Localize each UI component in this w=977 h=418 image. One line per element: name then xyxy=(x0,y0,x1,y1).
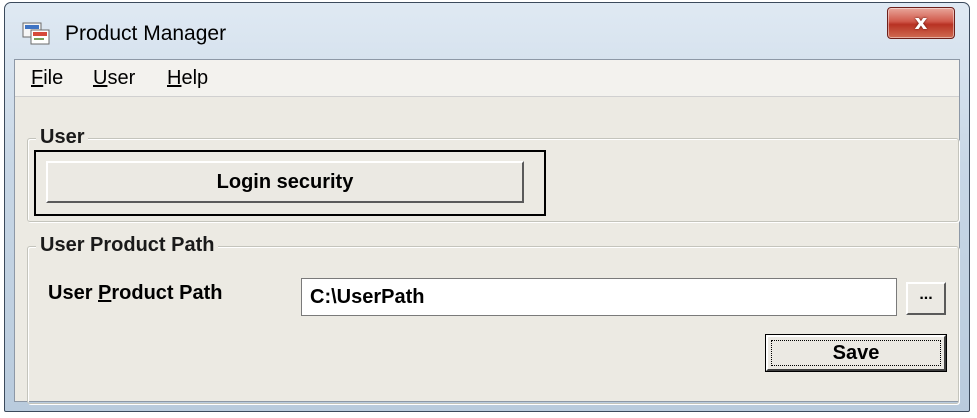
menu-help[interactable]: Help xyxy=(167,67,208,90)
app-window: Product Manager x File User Help User Lo… xyxy=(4,2,970,412)
app-icon xyxy=(22,20,50,46)
product-path-groupbox: User Product Path xyxy=(27,234,959,404)
client-area: File User Help User Login security User … xyxy=(14,59,960,404)
product-path-input[interactable] xyxy=(301,278,897,316)
login-security-button[interactable]: Login security xyxy=(46,161,524,203)
window-title: Product Manager xyxy=(65,22,227,45)
product-path-field-label: User Product Path xyxy=(48,282,223,304)
close-icon: x xyxy=(914,10,928,34)
user-group-label: User xyxy=(36,126,89,149)
save-button[interactable]: Save xyxy=(765,334,947,372)
close-button[interactable]: x xyxy=(887,7,955,39)
menu-user[interactable]: User xyxy=(93,67,135,90)
title-bar[interactable]: Product Manager x xyxy=(5,3,969,59)
browse-icon: ... xyxy=(919,286,933,303)
login-security-label: Login security xyxy=(216,171,354,193)
product-path-group-label: User Product Path xyxy=(36,234,219,257)
menu-bar: File User Help xyxy=(15,60,959,97)
menu-file[interactable]: File xyxy=(31,67,63,90)
save-label: Save xyxy=(771,340,941,366)
browse-button[interactable]: ... xyxy=(906,282,946,315)
